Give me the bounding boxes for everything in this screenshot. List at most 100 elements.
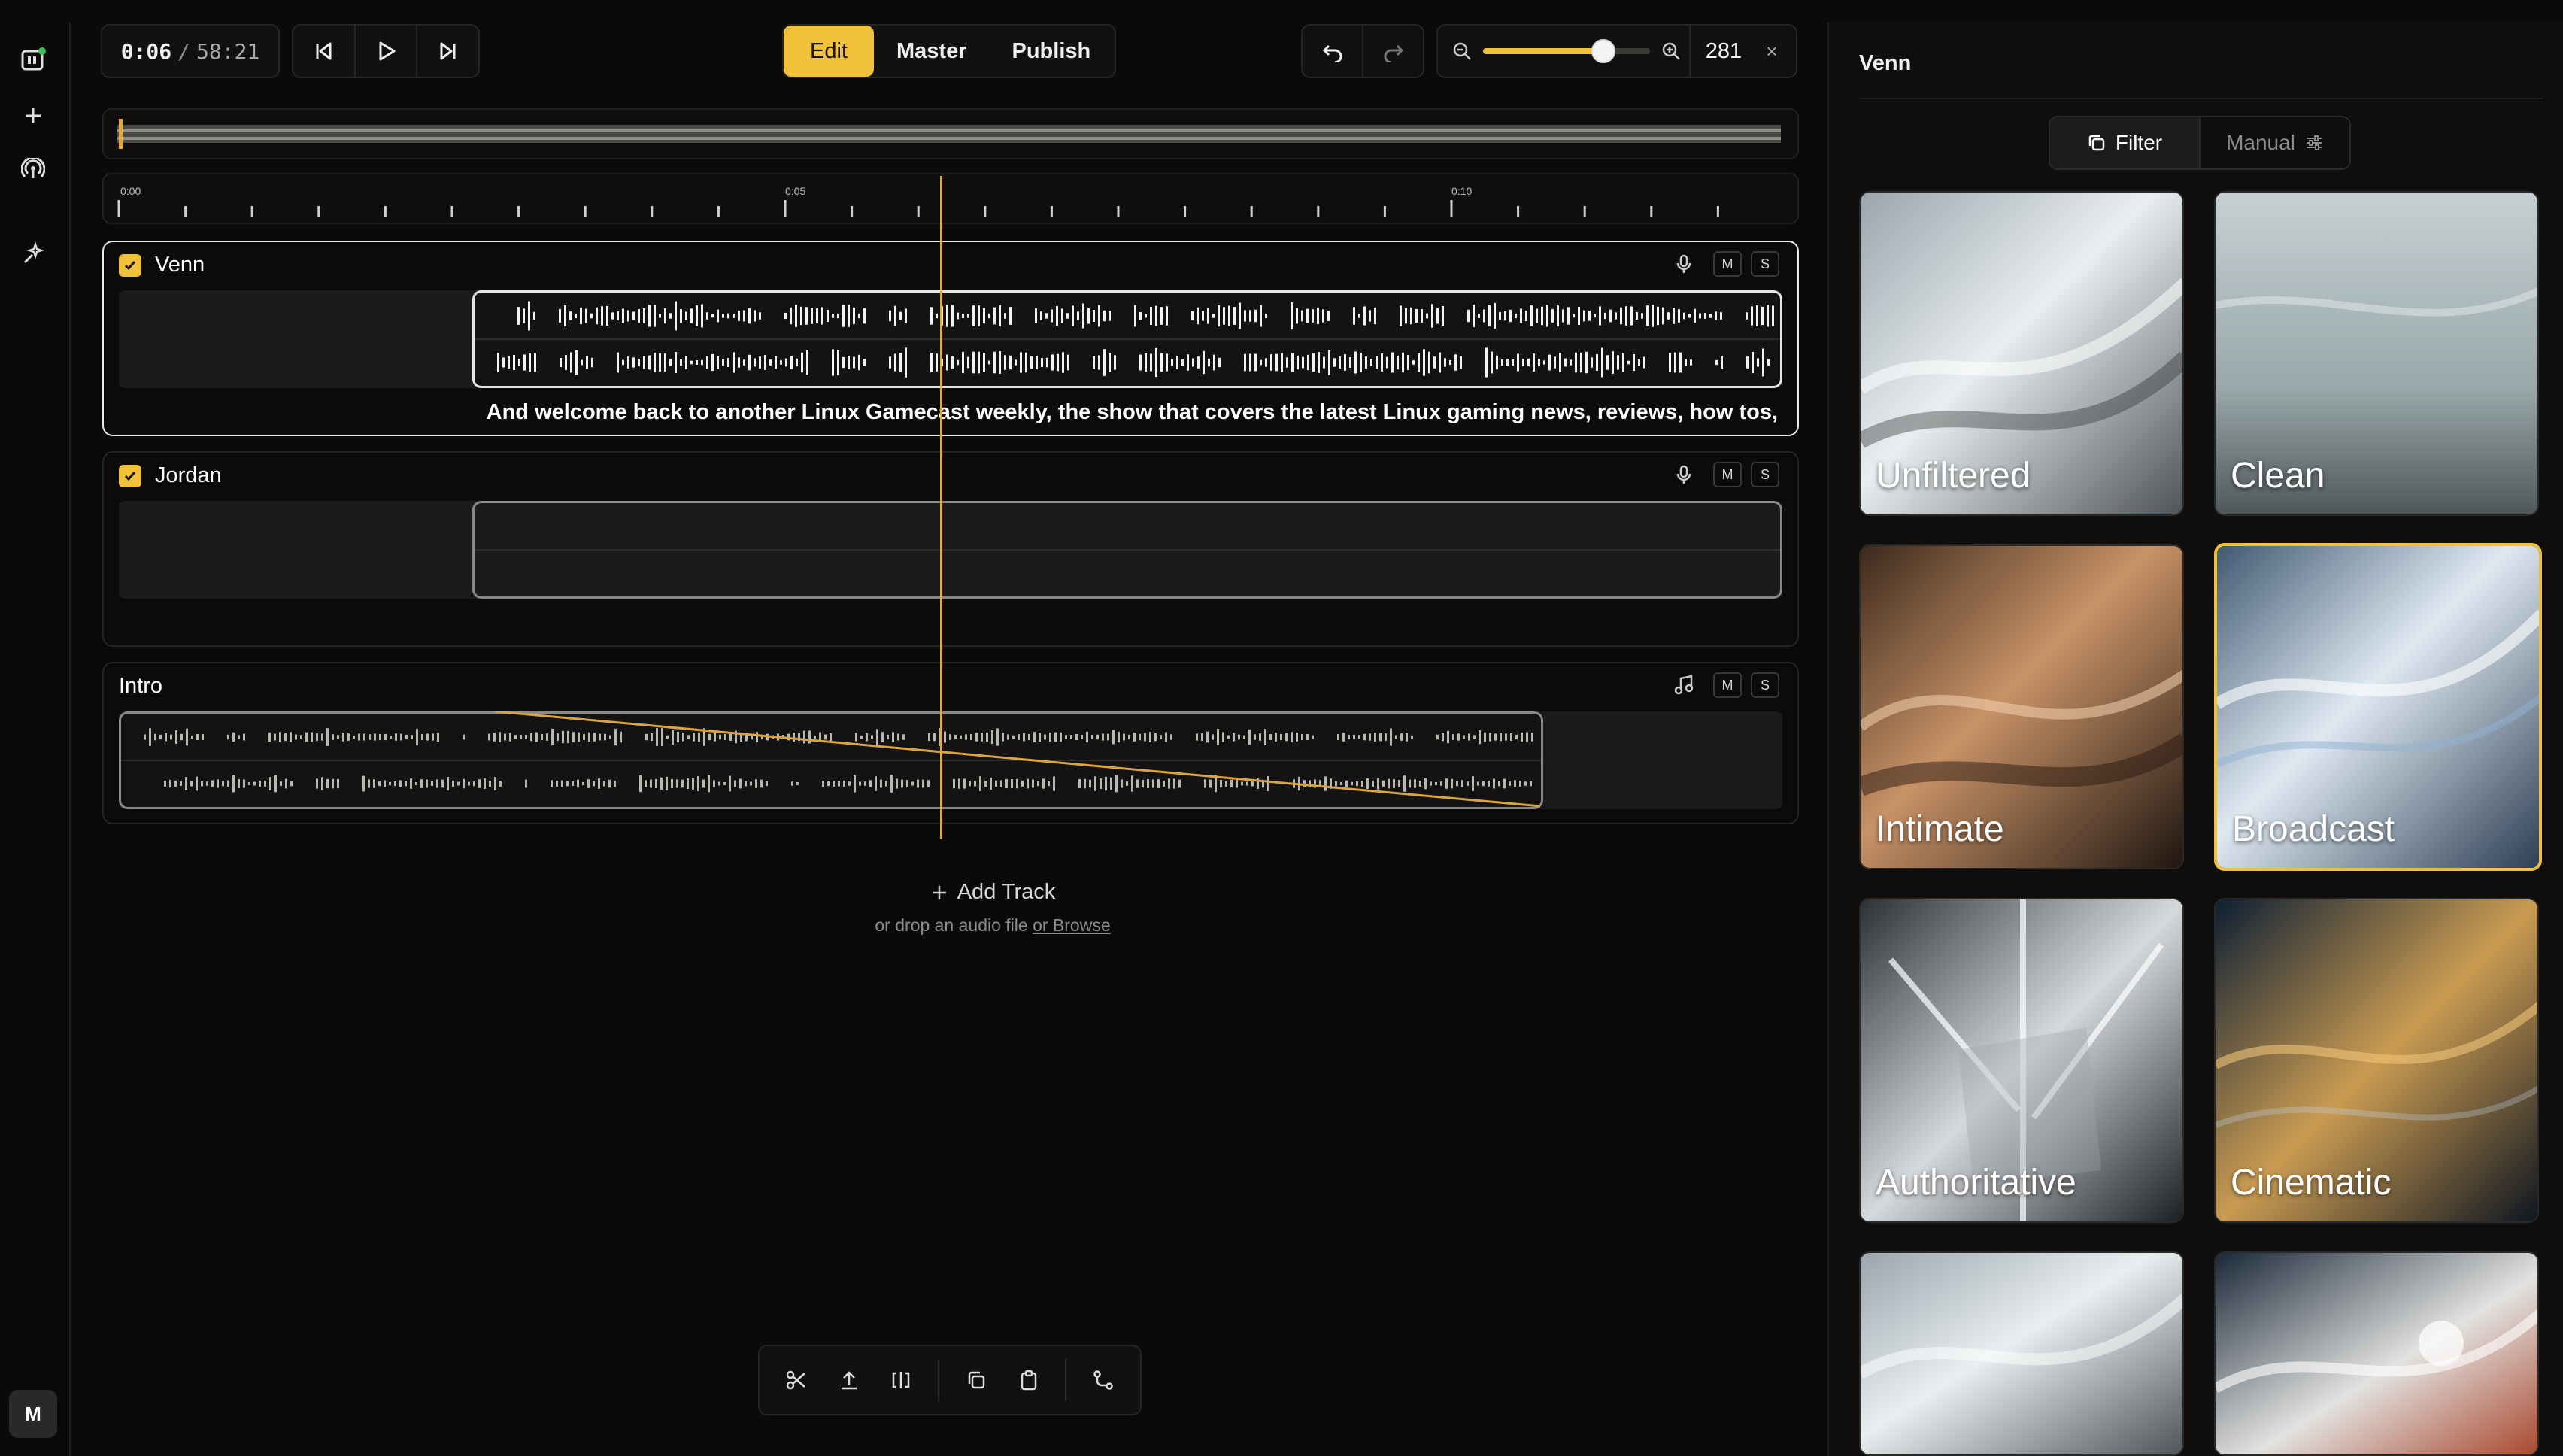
track-checkbox[interactable] [119,464,141,487]
split-icon[interactable] [875,1354,927,1406]
audio-clip[interactable] [472,290,1782,388]
waveform-bar [1636,311,1638,320]
track-checkbox[interactable] [119,253,141,277]
scissors-icon[interactable] [770,1354,823,1406]
add-track-button[interactable]: Add Track [835,880,1151,905]
playhead[interactable] [940,176,942,839]
waveform-bar [1699,313,1701,319]
skip-forward-button[interactable] [417,26,478,77]
waveform-bar [648,355,651,370]
track-title: Venn [155,253,205,277]
zoom-out-icon[interactable] [1438,41,1473,62]
waveform-bar [722,359,724,366]
tab-publish[interactable]: Publish [990,26,1114,77]
waveform-bar [1478,314,1480,318]
waveform-bar [769,359,772,366]
sidebar: M [0,23,71,1456]
preset-card-unfiltered[interactable]: Unfiltered [1859,191,2184,516]
volume-envelope[interactable] [119,711,1543,809]
waveform-bar [1496,355,1498,370]
waveform-bar [993,307,996,325]
waveform-bar [848,356,850,369]
waveform-bar [706,356,708,369]
preset-card-broadcast[interactable]: Broadcast [2214,543,2542,871]
track-jordan[interactable]: Jordan M S [102,451,1799,647]
preset-card-intimate[interactable]: Intimate [1859,544,2184,869]
tab-edit[interactable]: Edit [784,26,874,77]
waveform-bar [727,358,729,367]
zoom-slider[interactable] [1483,39,1650,63]
solo-button[interactable]: S [1751,251,1779,277]
preset-card-authoritative[interactable]: Authoritative [1859,898,2184,1223]
preset-card[interactable] [2214,1251,2539,1456]
skip-back-button[interactable] [293,26,356,77]
waveform-bar [529,353,531,372]
route-icon[interactable] [1077,1354,1130,1406]
mute-button[interactable]: M [1713,672,1742,698]
filter-button[interactable]: Filter [2050,117,2201,168]
mute-button[interactable]: M [1713,251,1742,277]
zoom-in-icon[interactable] [1661,41,1682,62]
broadcast-icon[interactable] [17,153,50,187]
waveform-bar [999,351,1001,374]
waveform-bar [590,313,593,319]
waveform-bar [1082,303,1084,329]
undo-button[interactable] [1303,26,1363,77]
waveform-bar [1045,313,1048,319]
zoom-slider-handle[interactable] [1591,39,1615,63]
copy-icon[interactable] [950,1354,1002,1406]
overview-playhead [119,119,123,149]
zoom-reset-button[interactable]: × [1757,40,1787,63]
waveform-bar [1349,357,1351,368]
waveform-bar [800,306,802,326]
waveform-bar [733,352,735,373]
track-venn[interactable]: Venn M S And welcome back to another Lin… [102,241,1799,436]
waveform-bar [627,356,629,369]
waveform-bar [559,308,561,323]
paste-icon[interactable] [1002,1354,1055,1406]
preset-card-clean[interactable]: Clean [2214,191,2539,516]
waveform-bar [1622,353,1624,372]
mute-button[interactable]: M [1713,462,1742,487]
waveform-bar [1067,354,1069,371]
track-intro[interactable]: Intro M S [102,662,1799,824]
manual-button[interactable]: Manual [2201,117,2349,168]
time-ruler[interactable]: 0:00 0:05 0:10 [102,173,1799,224]
plus-icon[interactable] [17,99,50,132]
solo-button[interactable]: S [1751,672,1779,698]
mic-icon[interactable] [1670,462,1698,487]
waveform-bar [957,312,959,320]
waveform-bar [523,308,525,323]
preset-card-cinematic[interactable]: Cinematic [2214,898,2539,1223]
sparkle-icon[interactable] [17,238,50,271]
browse-link[interactable]: or Browse [1033,915,1111,935]
redo-button[interactable] [1363,26,1423,77]
waveform-bar [1036,355,1038,370]
timeline-overview[interactable] [102,108,1799,159]
zoom-value[interactable]: 281 [1689,26,1757,77]
waveform-bar [1103,349,1106,376]
waveform-bar [978,305,980,326]
play-button[interactable] [356,26,418,77]
waveform-bar [1578,306,1580,326]
waveform-bar [930,353,933,372]
solo-button[interactable]: S [1751,462,1779,487]
audio-clip[interactable] [472,501,1782,599]
waveform-bar [1145,314,1147,318]
waveform-bar [1213,354,1215,371]
add-track-area[interactable]: Add Track or drop an audio file or Brows… [835,880,1151,936]
mode-switcher: Edit Master Publish [782,24,1116,78]
avatar[interactable]: M [9,1390,57,1438]
mic-icon[interactable] [1670,251,1698,277]
music-note-icon[interactable] [1670,672,1698,698]
waveform-bar [1358,314,1360,318]
waveform-bar [1056,305,1058,326]
waveform-bar [1046,357,1048,368]
tab-master[interactable]: Master [874,26,990,77]
upload-icon[interactable] [823,1354,875,1406]
podcast-logo-icon[interactable] [17,44,50,77]
waveform-bar [1139,354,1142,371]
preset-card[interactable] [1859,1251,2184,1456]
waveform-bar [962,351,964,374]
waveform-bar [1520,308,1522,323]
